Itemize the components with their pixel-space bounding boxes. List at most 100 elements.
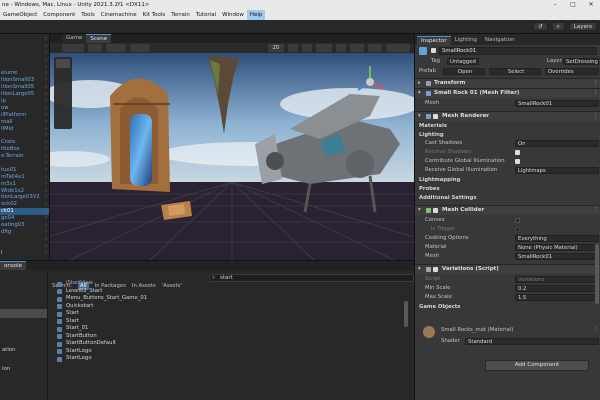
is-trigger-checkbox[interactable] [515, 226, 520, 232]
hierarchy-item[interactable]: m3x1 › [0, 181, 49, 188]
hierarchy-item[interactable]: itionSmall03 › [0, 77, 49, 84]
variations-header[interactable]: ▾ Variations (Script)⋮ [415, 264, 600, 274]
lighting-foldout[interactable]: Lighting [419, 131, 444, 139]
project-folder-item[interactable] [0, 272, 47, 281]
material-field[interactable]: None (Physic Material) [515, 244, 599, 251]
expand-arrow-icon[interactable]: › [45, 105, 47, 112]
tag-dropdown[interactable]: Untagged [447, 58, 479, 65]
transform-header[interactable]: ▸ Transform ⋮ [415, 78, 600, 88]
results-row-first[interactable]: iStartView [54, 280, 404, 288]
expand-arrow-icon[interactable]: › [45, 174, 47, 181]
project-folder-item[interactable] [0, 300, 47, 309]
probes-foldout[interactable]: Probes [419, 185, 440, 193]
receive-shadows-checkbox[interactable] [515, 149, 520, 155]
search-icon[interactable]: ⌕ [551, 22, 565, 31]
project-folder-item[interactable]: ion [0, 365, 47, 374]
hierarchy-item[interactable]: l › [0, 250, 49, 257]
menu-component[interactable]: Component [40, 10, 78, 20]
hierarchy-item[interactable]: › [0, 36, 49, 43]
expand-arrow-icon[interactable]: › [45, 112, 47, 119]
expand-arrow-icon[interactable]: › [45, 91, 47, 98]
variations-enabled-checkbox[interactable] [433, 267, 438, 272]
hierarchy-item[interactable]: ock02 › [0, 201, 49, 208]
hidden-objects-toggle[interactable] [336, 44, 346, 52]
menu-tutorial[interactable]: Tutorial [193, 10, 219, 20]
hierarchy-item[interactable]: ttleBox › [0, 146, 49, 153]
menu-window[interactable]: Window [219, 10, 247, 20]
menu-help[interactable]: Help [246, 10, 266, 20]
hierarchy-item[interactable]: ip › [0, 98, 49, 105]
search-result-item[interactable]: StartButton [54, 333, 404, 341]
materials-foldout[interactable]: Materials [419, 122, 447, 130]
mesh-field[interactable]: SmallRock01 [515, 100, 599, 107]
project-folder-item[interactable] [0, 281, 47, 290]
hierarchy-item[interactable]: elume › [0, 70, 49, 77]
receive-gi-dropdown[interactable]: Lightmaps [515, 167, 599, 174]
draw-mode-dropdown[interactable] [62, 44, 84, 52]
tab-scene[interactable]: Scene [86, 34, 112, 43]
expand-arrow-icon[interactable]: › [45, 146, 47, 153]
expand-arrow-icon[interactable]: › [45, 215, 47, 222]
project-folder-item[interactable] [0, 291, 47, 300]
additional-settings-foldout[interactable]: Additional Settings [419, 194, 477, 202]
tab-lighting[interactable]: Lighting [450, 36, 481, 45]
minimize-icon[interactable]: – [546, 0, 564, 10]
expand-arrow-icon[interactable]: › [45, 222, 47, 229]
menu-gameobject[interactable]: GameObject [0, 10, 40, 20]
expand-arrow-icon[interactable]: › [45, 77, 47, 84]
hierarchy-item[interactable]: dfig › [0, 229, 49, 236]
menu-kit-tools[interactable]: Kit Tools [140, 10, 169, 20]
gizmos-dropdown[interactable] [368, 44, 382, 52]
lighting-toggle[interactable] [288, 44, 298, 52]
mesh-collider-enabled-checkbox[interactable] [433, 208, 438, 213]
mesh-renderer-enabled-checkbox[interactable] [433, 114, 438, 119]
hierarchy-item[interactable]: › [0, 50, 49, 57]
hierarchy-item[interactable]: › [0, 132, 49, 139]
tab-navigation[interactable]: Navigation [480, 36, 519, 45]
hierarchy-item[interactable]: ge04 › [0, 215, 49, 222]
scene-search-icon[interactable] [386, 44, 410, 52]
hierarchy-item[interactable]: › [0, 64, 49, 71]
expand-arrow-icon[interactable]: › [45, 188, 47, 195]
hierarchy-item[interactable]: Wide1x2 › [0, 188, 49, 195]
expand-arrow-icon[interactable]: › [45, 181, 47, 188]
min-scale-field[interactable]: 0.2 [515, 285, 599, 292]
search-result-item[interactable]: Quickstart [54, 303, 404, 311]
prefab-overrides-dropdown[interactable]: Overrides [545, 68, 599, 75]
mesh-renderer-header[interactable]: ▾ Mesh Renderer ⋮ [415, 111, 600, 121]
collider-mesh-field[interactable]: SmallRock01 [515, 253, 599, 260]
camera-icon[interactable] [350, 44, 364, 52]
hierarchy-item[interactable]: › [0, 43, 49, 50]
hierarchy-item[interactable]: ilPlatform › [0, 112, 49, 119]
menu-terrain[interactable]: Terrain [168, 10, 193, 20]
layers-dropdown[interactable]: Layers [568, 22, 597, 31]
expand-arrow-icon[interactable]: › [45, 64, 47, 71]
expand-arrow-icon[interactable]: › [45, 50, 47, 57]
add-component-button[interactable]: Add Component [485, 360, 589, 371]
active-checkbox[interactable] [431, 48, 436, 53]
hierarchy-item[interactable]: ow › [0, 105, 49, 112]
project-folder-item[interactable] [0, 374, 47, 383]
project-folder-item[interactable] [0, 328, 47, 337]
hierarchy-item[interactable]: › [0, 57, 49, 64]
expand-arrow-icon[interactable]: › [45, 43, 47, 50]
search-result-item[interactable]: StartLogo [54, 348, 404, 356]
expand-arrow-icon[interactable]: › [45, 98, 47, 105]
inspector-scrollbar[interactable] [595, 244, 599, 304]
project-folder-item[interactable] [0, 356, 47, 365]
expand-arrow-icon[interactable]: › [45, 126, 47, 133]
prefab-open-button[interactable]: Open [443, 68, 485, 75]
search-result-item[interactable]: StartButtonDefault [54, 340, 404, 348]
search-result-item[interactable]: Menu_Buttons_Start_Game_01 [54, 295, 404, 303]
hierarchy-item[interactable]: tue01 › [0, 167, 49, 174]
object-name-field[interactable]: SmallRock01 [439, 47, 597, 55]
audio-toggle[interactable] [302, 44, 312, 52]
expand-arrow-icon[interactable]: › [45, 167, 47, 174]
layer-dropdown[interactable]: SetDressing [563, 58, 599, 65]
project-folder-item[interactable] [0, 309, 47, 319]
history-icon[interactable]: ↺ [533, 22, 548, 31]
game-objects-foldout[interactable]: Game Objects [419, 303, 460, 311]
convex-checkbox[interactable] [515, 217, 520, 223]
2d-toggle[interactable]: 2D [268, 44, 284, 52]
cast-shadows-dropdown[interactable]: On [515, 140, 599, 147]
